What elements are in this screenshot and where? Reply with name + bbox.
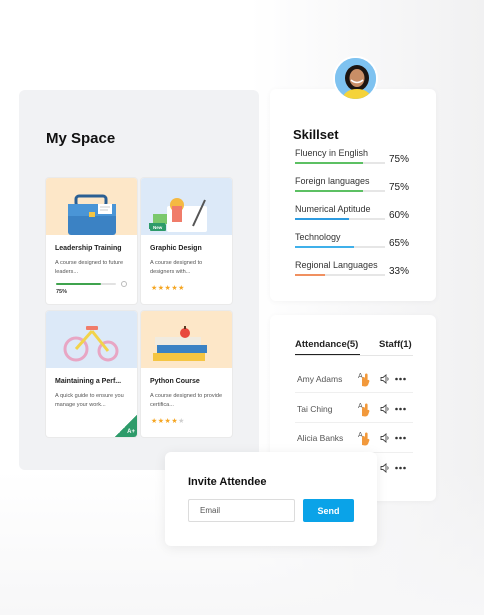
skill-name: Numerical Aptitude — [295, 204, 371, 214]
progress-status-icon — [121, 281, 127, 287]
email-field[interactable] — [188, 499, 295, 522]
course-card-leadership[interactable]: Leadership Training A course designed to… — [46, 178, 137, 304]
course-title: Leadership Training — [55, 245, 122, 252]
tabs-divider — [295, 355, 413, 356]
skillset-panel: Skillset Fluency in English 75% Foreign … — [270, 89, 436, 301]
grade-badge: A+ — [115, 415, 137, 437]
course-title: Maintaining a Perf... — [55, 378, 122, 385]
skill-row: Foreign languages 75% — [295, 176, 425, 196]
briefcase-illustration — [46, 178, 137, 235]
new-badge: New — [150, 224, 166, 231]
skill-bar-fill — [295, 246, 354, 248]
course-description: A course designed to provide certifica..… — [150, 393, 223, 408]
course-card-python[interactable]: Python Course A course designed to provi… — [141, 311, 232, 437]
skill-bar — [295, 246, 385, 248]
skill-bar — [295, 274, 385, 276]
attendee-name: Amy Adams — [297, 374, 343, 384]
star-rating: ★★★★★ — [151, 418, 185, 425]
skill-name: Technology — [295, 232, 341, 242]
speaker-icon[interactable] — [380, 433, 390, 443]
tab-staff[interactable]: Staff(1) — [379, 339, 412, 350]
skill-row: Technology 65% — [295, 232, 425, 252]
star-rating: ★★★★★ — [151, 285, 185, 292]
skill-bar-fill — [295, 218, 349, 220]
skill-percent: 65% — [389, 238, 410, 249]
raise-hand-icon[interactable]: A — [357, 371, 371, 387]
raise-hand-icon[interactable]: A — [357, 401, 371, 417]
speaker-icon[interactable] — [380, 404, 390, 414]
skill-bar — [295, 218, 385, 220]
skill-row: Numerical Aptitude 60% — [295, 204, 425, 224]
skill-bar — [295, 162, 385, 164]
more-options-icon[interactable] — [395, 466, 406, 470]
more-options-icon[interactable] — [395, 377, 406, 381]
course-title: Graphic Design — [150, 245, 202, 252]
course-card-maintaining[interactable]: Maintaining a Perf... A quick guide to e… — [46, 311, 137, 437]
row-divider — [295, 392, 413, 393]
skill-row: Fluency in English 75% — [295, 148, 425, 168]
skill-bar-fill — [295, 162, 363, 164]
course-title: Python Course — [150, 378, 200, 385]
attendee-name: Alicia Banks — [297, 433, 344, 443]
course-progress-fill — [56, 283, 101, 285]
skill-name: Fluency in English — [295, 148, 369, 158]
speaker-icon[interactable] — [380, 374, 390, 384]
books-illustration — [141, 311, 232, 368]
skill-percent: 75% — [389, 182, 410, 193]
avatar[interactable] — [333, 56, 378, 101]
raise-hand-icon[interactable]: A — [357, 430, 371, 446]
skill-name: Foreign languages — [295, 176, 370, 186]
course-progress-bar — [56, 283, 116, 285]
skill-name: Regional Languages — [295, 260, 378, 270]
more-options-icon[interactable] — [395, 407, 406, 411]
attendee-row: Alicia Banks A — [297, 430, 417, 446]
skill-bar-fill — [295, 274, 325, 276]
skill-bar — [295, 190, 385, 192]
invite-title: Invite Attendee — [188, 476, 267, 488]
skill-percent: 60% — [389, 210, 410, 221]
course-card-graphic-design[interactable]: New Graphic Design A course designed to … — [141, 178, 232, 304]
exercise-bike-illustration — [46, 311, 137, 368]
invite-attendee-card: Invite Attendee Send — [165, 452, 377, 546]
my-space-panel: My Space Leadership Training A course de… — [19, 90, 259, 470]
row-divider — [295, 422, 413, 423]
attendee-row: Amy Adams A — [297, 371, 417, 387]
skillset-title: Skillset — [293, 127, 339, 142]
active-tab-indicator — [295, 354, 360, 355]
course-progress-label: 75% — [56, 289, 68, 295]
attendee-row: Tai Ching A — [297, 401, 417, 417]
tab-attendance[interactable]: Attendance(5) — [295, 339, 358, 350]
skill-bar-fill — [295, 190, 363, 192]
send-button[interactable]: Send — [303, 499, 354, 522]
course-description: A course designed to designers with... — [150, 260, 203, 275]
skill-row: Regional Languages 33% — [295, 260, 425, 280]
course-description: A course designed to future leaders... — [55, 260, 124, 275]
attendee-name: Tai Ching — [297, 404, 333, 414]
speaker-icon[interactable] — [380, 463, 390, 473]
my-space-title: My Space — [46, 130, 116, 147]
more-options-icon[interactable] — [395, 436, 406, 440]
skill-percent: 75% — [389, 154, 410, 165]
course-description: A quick guide to ensure you manage your … — [55, 393, 124, 408]
skill-percent: 33% — [389, 266, 410, 277]
